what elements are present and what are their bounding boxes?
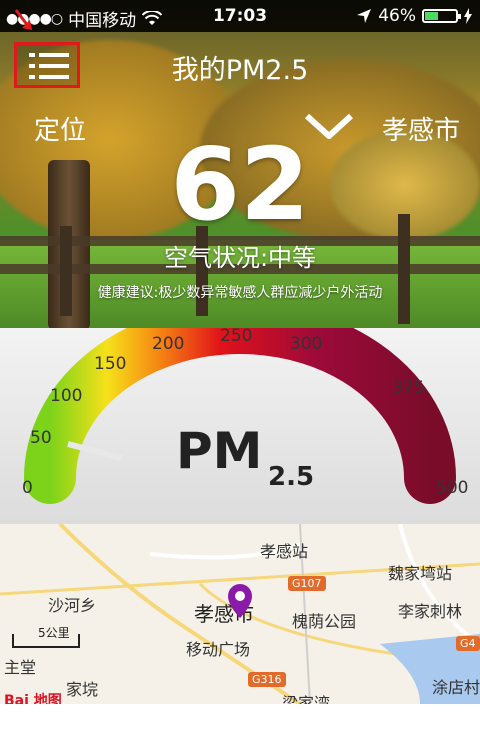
road-badge-g4: G4 [456,636,480,651]
map-label-lijia: 李家刺林 [398,602,463,621]
map-label-liangjia: 梁家湾 [282,694,331,704]
pm25-gauge: 0 50 100 150 200 250 300 375 500 PM 2.5 [0,326,480,524]
gauge-label-sub: 2.5 [268,462,315,492]
gauge-tick: 50 [30,428,52,448]
annotation-arrow-icon [14,9,32,30]
gauge-tick: 300 [290,334,323,354]
gauge-tick: 375 [392,378,425,398]
location-pin-icon [228,584,252,618]
map-label-square: 移动广场 [186,640,251,659]
map-label-zhutang: 主堂 [4,658,37,677]
gauge-tick: 250 [220,326,253,346]
map-label-weijiating: 魏家塆站 [388,564,453,583]
road-badge-g316: G316 [248,672,286,687]
map-label-jiahuan: 家垸 [66,680,99,699]
page-title: 我的PM2.5 [171,55,309,86]
gauge-tick: 500 [436,478,469,498]
map-scale-label: 5公里 [38,626,70,640]
air-status: 空气状况:中等 [163,244,317,272]
battery-percent: 46% [378,6,416,26]
bottom-spacer [0,704,480,736]
health-advice: 健康建议:极少数异常敏感人群应减少户外活动 [97,285,383,301]
gauge-tick: 150 [94,354,127,374]
map-label-shahexiang: 沙河乡 [48,596,97,615]
aqi-value: 62 [170,126,310,243]
gauge-tick: 200 [152,334,185,354]
battery-icon [422,9,461,23]
app-screen: ●●●●○ 中国移动 17:03 46% 我的PM2.5 定位 孝感市 62 空… [0,0,480,736]
location-arrow-icon [357,9,372,23]
gauge-tick: 0 [22,478,33,498]
map-label-station: 孝感站 [260,542,309,561]
map-label-park: 槐荫公园 [292,612,357,631]
charging-bolt-icon [464,8,472,24]
gauge-label-main: PM [176,422,263,480]
road-badge-g107: G107 [288,576,326,591]
map-label-tudian: 涂店村 [432,678,480,697]
gauge-tick: 100 [50,386,83,406]
status-bar: ●●●●○ 中国移动 17:03 46% [0,0,480,32]
